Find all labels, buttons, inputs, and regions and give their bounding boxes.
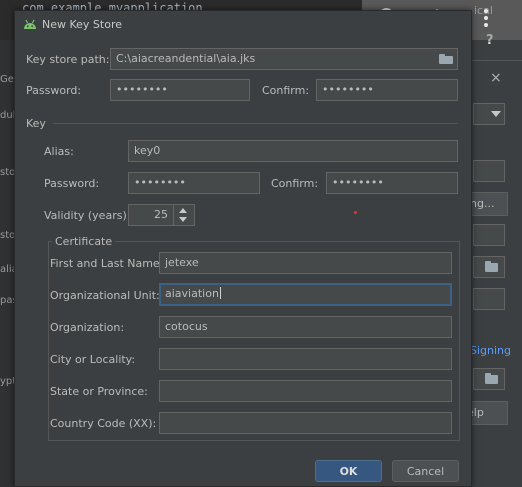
country-code-label: Country Code (XX): [50,417,157,430]
state-label: State or Province: [50,385,148,398]
key-section-title: Key [26,117,46,130]
validity-label: Validity (years): [44,209,131,222]
new-key-store-dialog: New Key Store Key store path: C:\aiacrea… [14,10,472,487]
folder-icon [485,373,498,384]
parent-field[interactable] [473,160,505,182]
key-store-path-field[interactable]: C:\aiacreandential\aia.jks [110,48,458,70]
folder-icon[interactable] [439,54,453,64]
chevron-down-icon [491,111,501,117]
key-password-field[interactable]: •••••••• [128,172,260,194]
parent-path-field[interactable] [473,256,505,278]
org-unit-label: Organizational Unit: [50,289,160,302]
red-marker [354,211,357,214]
spinner-down-icon[interactable] [179,217,187,222]
parent-field[interactable] [473,224,505,246]
parent-label-fragment: sto [0,230,16,241]
confirm-field[interactable]: •••••••• [316,79,458,101]
android-icon [22,17,38,31]
organization-label: Organization: [50,321,125,334]
first-last-name-label: First and Last Name: [50,257,164,270]
country-code-field[interactable] [159,412,452,434]
folder-icon [485,261,498,272]
key-store-path-label: Key store path: [26,53,110,66]
city-label: City or Locality: [50,353,136,366]
signing-link[interactable]: Signing [470,344,511,357]
confirm-label: Confirm: [262,84,310,97]
spinner-up-icon[interactable] [179,208,187,213]
org-unit-field[interactable]: aiaviation [159,283,452,306]
more-vertical-icon[interactable] [472,6,500,30]
city-field[interactable] [159,348,452,370]
key-password-label: Password: [44,177,100,190]
key-store-path-value: C:\aiacreandential\aia.jks [116,52,256,65]
parent-label-fragment: sto [0,167,16,178]
key-section-divider [53,123,458,124]
key-confirm-label: Confirm: [271,177,319,190]
parent-field[interactable] [473,288,505,310]
state-field[interactable] [159,380,452,402]
key-confirm-field[interactable]: •••••••• [326,172,458,194]
password-field[interactable]: •••••••• [110,79,250,101]
text-caret [219,287,221,299]
validity-spinner[interactable] [173,204,195,226]
parent-close-button[interactable]: × [490,70,502,86]
first-last-name-field[interactable]: jetexe [159,252,452,274]
ok-button[interactable]: OK [315,460,382,482]
alias-field[interactable]: key0 [128,140,458,162]
parent-combo[interactable] [473,103,505,125]
validity-field[interactable]: 25 [128,204,174,226]
dialog-title: New Key Store [42,18,123,31]
parent-path-field[interactable] [473,368,505,390]
organization-field[interactable]: cotocus [159,316,452,338]
certificate-title: Certificate [52,235,116,248]
dialog-titlebar: New Key Store [15,11,471,39]
org-unit-value: aiaviation [165,287,219,300]
alias-label: Alias: [44,145,74,158]
password-label: Password: [26,84,82,97]
cancel-button[interactable]: Cancel [392,460,459,482]
